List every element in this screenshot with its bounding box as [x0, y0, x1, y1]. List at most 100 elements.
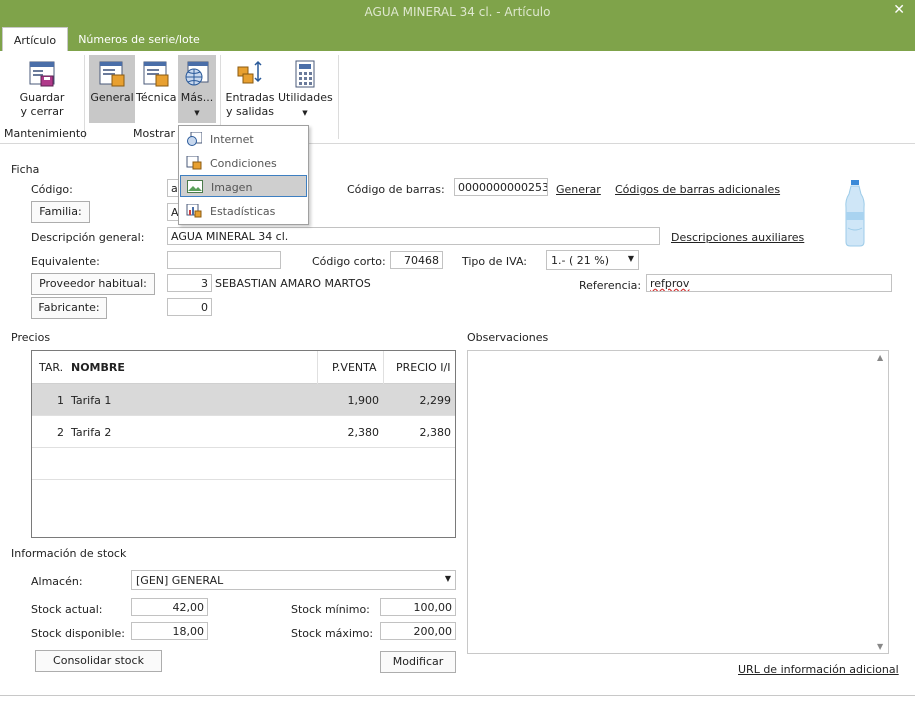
- tipo-iva-label: Tipo de IVA:: [462, 255, 527, 268]
- menu-item-condiciones[interactable]: Condiciones: [180, 152, 307, 174]
- menu-item-estadisticas[interactable]: Estadísticas: [180, 200, 307, 222]
- scroll-down-icon[interactable]: ▼: [877, 642, 883, 651]
- globe-form-icon: [185, 61, 209, 86]
- menu-item-condiciones-label: Condiciones: [210, 157, 277, 170]
- equivalente-label: Equivalente:: [31, 255, 100, 268]
- codigo-label: Código:: [31, 183, 73, 196]
- codigo-barras-label: Código de barras:: [347, 183, 445, 196]
- codigo-barras-field[interactable]: 0000000000253: [454, 178, 548, 196]
- col-precio-ii[interactable]: PRECIO I/I: [396, 361, 451, 374]
- globe-icon: [187, 132, 202, 146]
- equivalente-field[interactable]: [167, 251, 281, 269]
- row-precio-ii: 2,299: [419, 394, 452, 407]
- generar-link[interactable]: Generar: [556, 183, 601, 196]
- stock-actual-label: Stock actual:: [31, 603, 103, 616]
- conditions-icon: [186, 156, 202, 170]
- codigo-corto-field[interactable]: 70468: [390, 251, 443, 269]
- stock-disponible-field[interactable]: 18,00: [131, 622, 208, 640]
- stock-minimo-label: Stock mínimo:: [291, 603, 370, 616]
- referencia-field[interactable]: refprov: [646, 274, 892, 292]
- table-row-empty[interactable]: [32, 448, 455, 480]
- menu-item-estadisticas-label: Estadísticas: [210, 205, 276, 218]
- stock-maximo-label: Stock máximo:: [291, 627, 374, 640]
- descripcion-field[interactable]: AGUA MINERAL 34 cl.: [167, 227, 660, 245]
- row-nombre: Tarifa 1: [71, 394, 112, 407]
- calculator-icon: [295, 60, 315, 88]
- entradas-label-2: y salidas: [225, 105, 275, 118]
- menu-item-internet-label: Internet: [210, 133, 254, 146]
- image-icon: [187, 180, 203, 193]
- table-row[interactable]: 1 Tarifa 1 1,900 2,299: [32, 384, 455, 416]
- familia-button[interactable]: Familia:: [31, 201, 90, 223]
- close-icon[interactable]: ✕: [893, 2, 905, 18]
- tab-articulo[interactable]: Artículo: [2, 27, 68, 51]
- chevron-down-icon: ▼: [444, 574, 451, 583]
- row-tar: 1: [57, 394, 64, 407]
- descripcion-label: Descripción general:: [31, 231, 145, 244]
- observaciones-textarea[interactable]: ▲ ▼: [467, 350, 889, 654]
- row-nombre: Tarifa 2: [71, 426, 112, 439]
- group-label-mostrar: Mostrar: [133, 127, 176, 140]
- stock-maximo-field[interactable]: 200,00: [380, 622, 456, 640]
- row-tar: 2: [57, 426, 64, 439]
- group-label-mantenimiento: Mantenimiento: [4, 127, 87, 140]
- stock-actual-field[interactable]: 42,00: [131, 598, 208, 616]
- col-tar[interactable]: TAR.: [39, 361, 63, 374]
- almacen-select[interactable]: [GEN] GENERAL ▼: [131, 570, 456, 590]
- col-nombre[interactable]: NOMBRE: [71, 361, 125, 374]
- prices-table[interactable]: TAR. NOMBRE P.VENTA PRECIO I/I 1 Tarifa …: [31, 350, 456, 538]
- tab-numeros-serie-lote[interactable]: Números de serie/lote: [74, 27, 204, 51]
- guardar-y-cerrar-button[interactable]: Guardar y cerrar: [14, 55, 70, 123]
- proveedor-number-field[interactable]: 3: [167, 274, 212, 292]
- url-informacion-adicional-link[interactable]: URL de información adicional: [738, 663, 899, 676]
- row-pventa: 2,380: [347, 426, 380, 439]
- menu-item-internet[interactable]: Internet: [180, 128, 307, 150]
- general-button[interactable]: General: [89, 55, 135, 123]
- mas-label: Más...: [180, 91, 214, 104]
- tipo-iva-select[interactable]: 1.- ( 21 %) ▼: [546, 250, 639, 270]
- utilidades-label: Utilidades: [278, 91, 333, 104]
- title-bar: AGUA MINERAL 34 cl. - Artículo ✕: [0, 0, 915, 25]
- section-stock: Información de stock: [11, 547, 127, 560]
- mas-dropdown-button[interactable]: Más... ▼: [178, 55, 216, 123]
- utilidades-dropdown-button[interactable]: Utilidades ▼: [278, 55, 333, 123]
- product-bottle-image: [845, 180, 865, 247]
- modificar-button[interactable]: Modificar: [380, 651, 456, 673]
- general-label: General: [90, 91, 134, 104]
- group-separator: [338, 55, 339, 139]
- stock-disponible-label: Stock disponible:: [31, 627, 125, 640]
- tecnica-button[interactable]: Técnica: [136, 55, 176, 123]
- chevron-down-icon: ▼: [302, 109, 308, 117]
- row-precio-ii: 2,380: [419, 426, 452, 439]
- consolidar-stock-button[interactable]: Consolidar stock: [35, 650, 162, 672]
- proveedor-habitual-button[interactable]: Proveedor habitual:: [31, 273, 155, 295]
- statistics-icon: [186, 204, 202, 218]
- column-divider: [317, 351, 318, 384]
- proveedor-name: SEBASTIAN AMARO MARTOS: [215, 277, 371, 290]
- section-ficha: Ficha: [11, 163, 40, 176]
- stock-movements-icon: [237, 60, 262, 84]
- stock-minimo-field[interactable]: 100,00: [380, 598, 456, 616]
- window-title: AGUA MINERAL 34 cl. - Artículo: [364, 5, 551, 19]
- chevron-down-icon: ▼: [627, 254, 634, 263]
- guardar-label-1: Guardar: [19, 91, 65, 104]
- menu-item-imagen[interactable]: Imagen: [180, 175, 307, 197]
- observaciones-scrollbar[interactable]: ▲ ▼: [874, 351, 888, 653]
- col-pventa[interactable]: P.VENTA: [332, 361, 377, 374]
- mas-dropdown-menu: Internet Condiciones Imagen Estadísticas: [178, 125, 309, 225]
- almacen-label: Almacén:: [31, 575, 83, 588]
- table-row[interactable]: 2 Tarifa 2 2,380 2,380: [32, 416, 455, 448]
- column-divider: [383, 351, 384, 384]
- descripciones-auxiliares-link[interactable]: Descripciones auxiliares: [671, 231, 804, 244]
- codigos-barras-adicionales-link[interactable]: Códigos de barras adicionales: [615, 183, 780, 196]
- entradas-y-salidas-button[interactable]: Entradas y salidas: [224, 55, 276, 123]
- fabricante-button[interactable]: Fabricante:: [31, 297, 107, 319]
- referencia-label: Referencia:: [579, 279, 642, 292]
- save-form-icon: [29, 61, 55, 87]
- scroll-up-icon[interactable]: ▲: [877, 353, 883, 362]
- fabricante-number-field[interactable]: 0: [167, 298, 212, 316]
- tab-strip: Artículo Números de serie/lote: [0, 25, 915, 51]
- tipo-iva-value: 1.- ( 21 %): [551, 254, 609, 267]
- observaciones-label: Observaciones: [467, 331, 549, 344]
- guardar-label-2: y cerrar: [20, 105, 64, 118]
